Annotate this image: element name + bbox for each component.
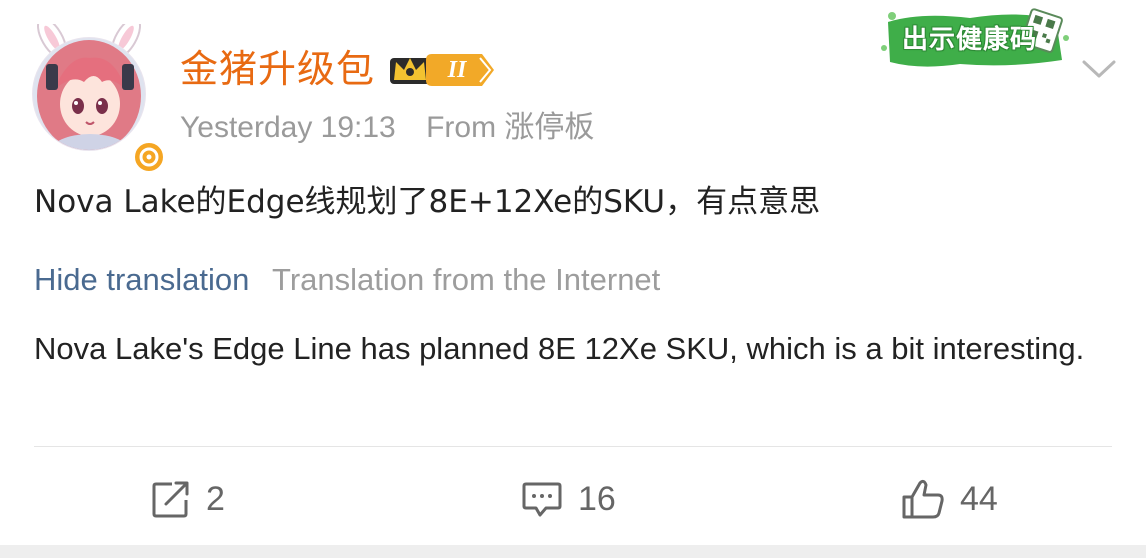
- username[interactable]: 金猪升级包: [180, 44, 375, 94]
- post-source[interactable]: 涨停板: [504, 111, 594, 144]
- comment-count: 16: [578, 479, 616, 518]
- rank-badge[interactable]: II: [386, 48, 498, 92]
- translated-content: Nova Lake's Edge Line has planned 8E 12X…: [34, 331, 1085, 366]
- feed-separator: [0, 545, 1146, 558]
- repost-icon: [152, 481, 189, 518]
- like-count: 44: [960, 479, 998, 518]
- verified-icon: [132, 140, 166, 174]
- chevron-down-icon[interactable]: [1080, 56, 1118, 84]
- translation-row: Hide translation Translation from the In…: [34, 258, 660, 302]
- translation-source: Translation from the Internet: [272, 262, 661, 297]
- avatar[interactable]: [24, 24, 166, 174]
- comment-button[interactable]: 16: [520, 474, 616, 524]
- rank-level: II: [447, 57, 467, 83]
- repost-button[interactable]: 2: [150, 474, 225, 524]
- divider: [34, 446, 1112, 447]
- post-meta: Yesterday 19:13 From 涨停板: [180, 108, 594, 148]
- post-content: Nova Lake的Edge线规划了8E+12Xe的SKU，有点意思: [34, 184, 821, 220]
- comment-icon: [522, 482, 562, 517]
- crown-icon: [390, 58, 430, 84]
- like-button[interactable]: 44: [900, 474, 998, 524]
- hide-translation-link[interactable]: Hide translation: [34, 262, 249, 297]
- health-code-button[interactable]: 出示健康码: [880, 8, 1076, 72]
- avatar-image: [32, 24, 146, 151]
- like-icon: [902, 479, 944, 519]
- source-prefix: From: [426, 111, 497, 144]
- health-code-label: 出示健康码: [902, 25, 1038, 55]
- post-time: Yesterday 19:13: [180, 111, 396, 144]
- repost-count: 2: [206, 479, 225, 518]
- weibo-post-card: 金猪升级包 II Yesterday 19:13 From 涨停板 出示健康码 …: [0, 0, 1146, 545]
